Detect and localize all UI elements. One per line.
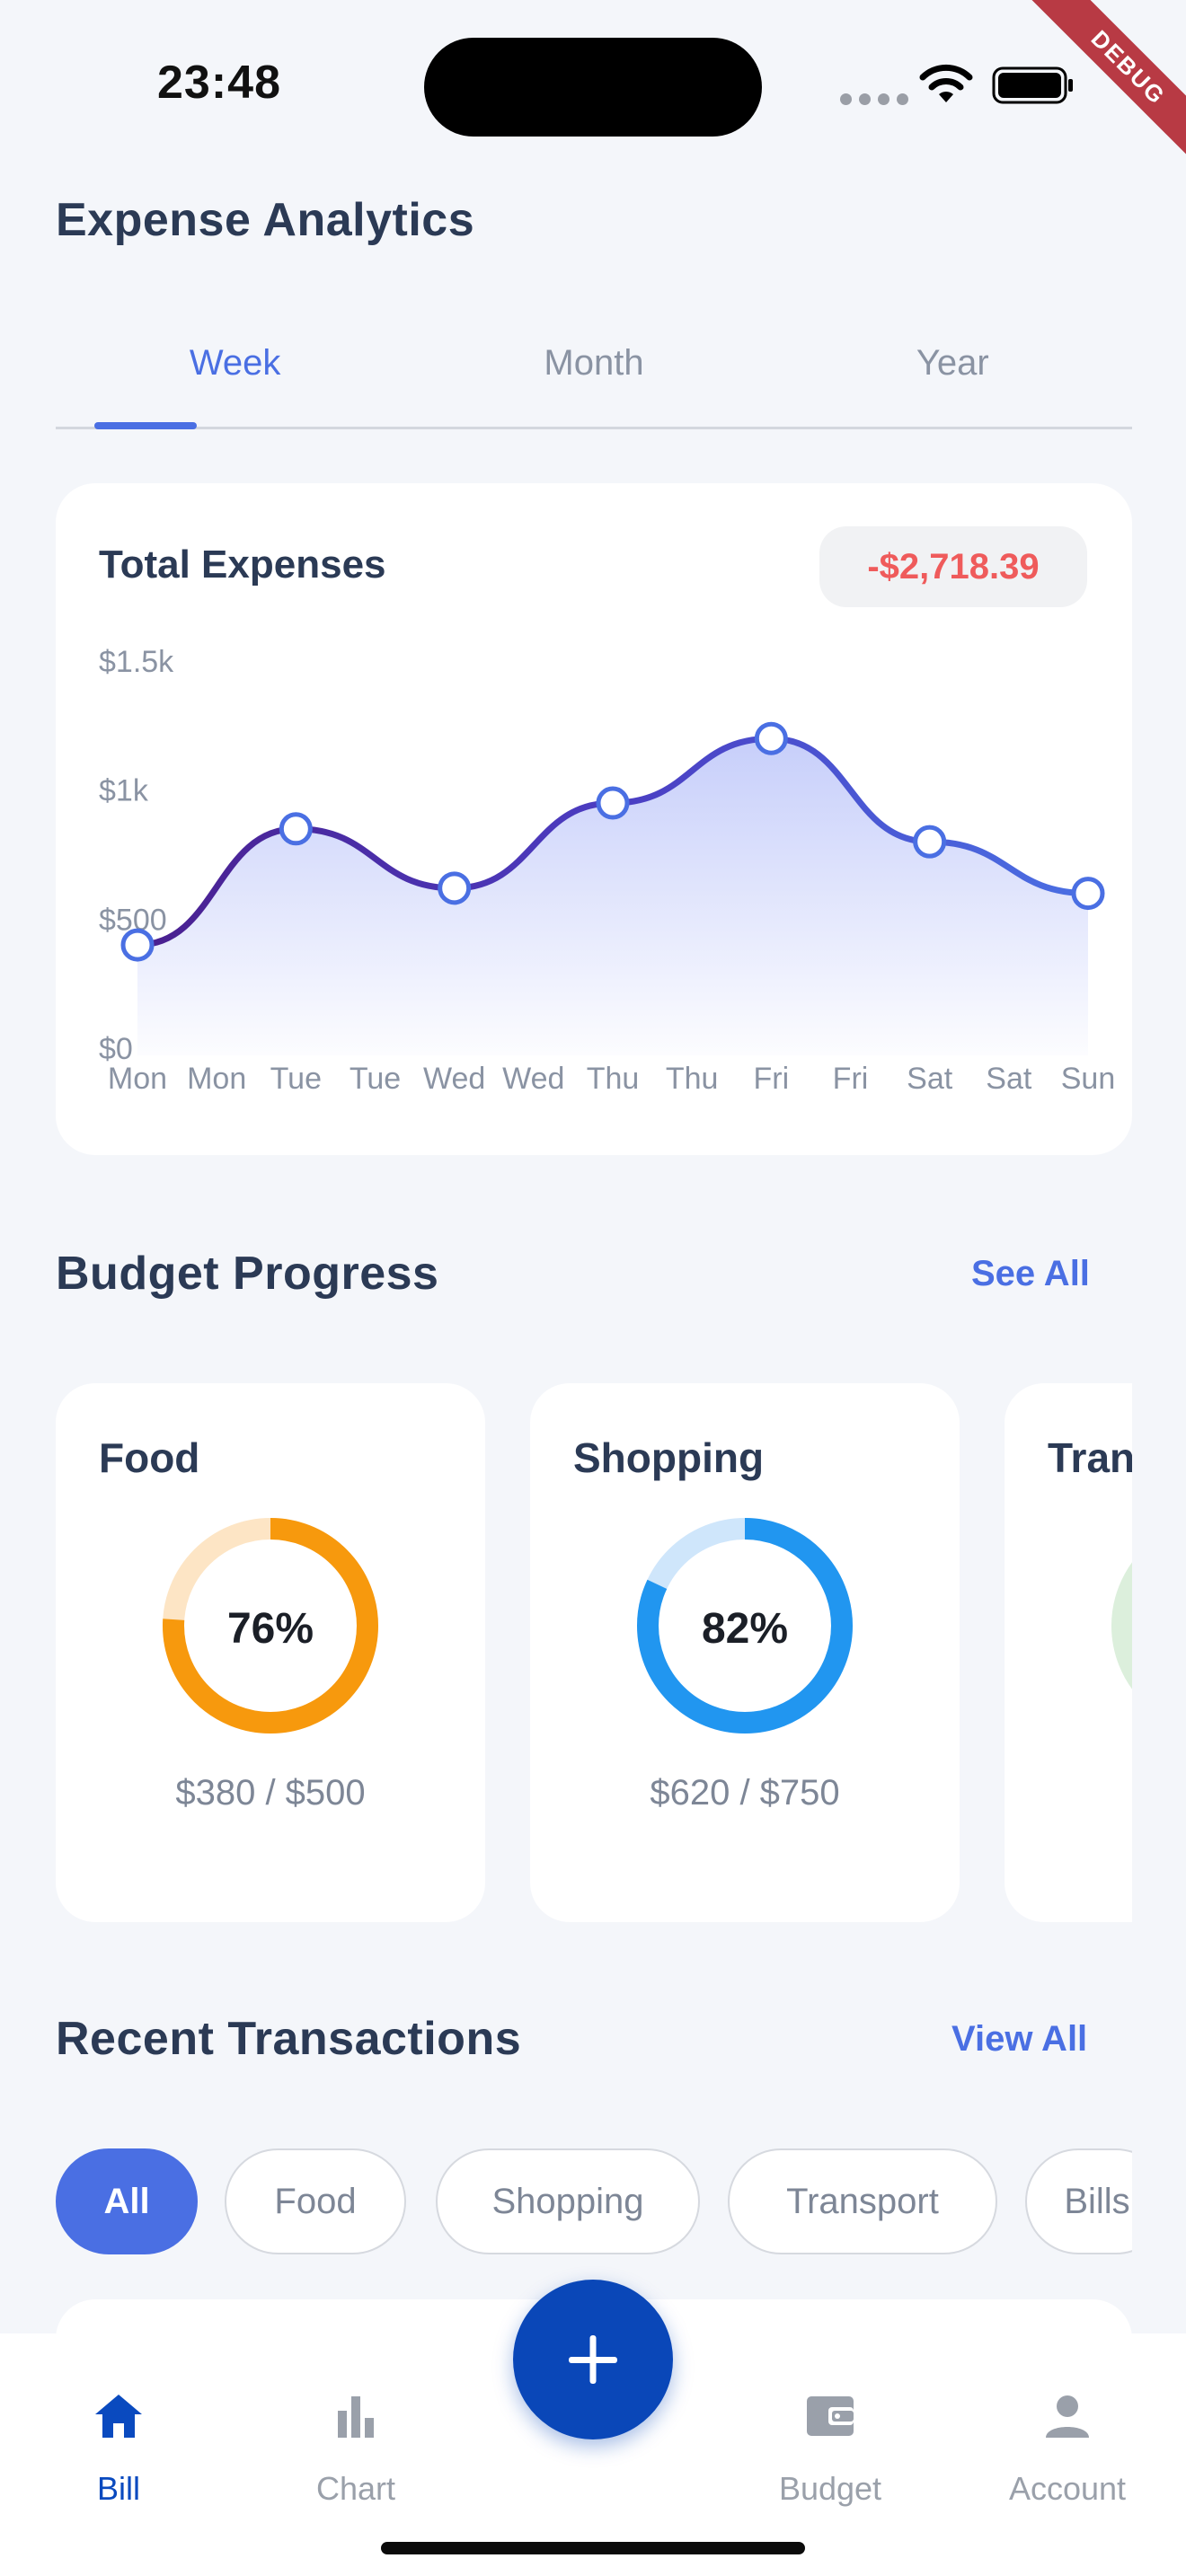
x-tick-label: Sat	[907, 1062, 953, 1096]
filter-chip-food[interactable]: Food	[225, 2148, 406, 2254]
wallet-icon	[807, 2396, 854, 2436]
home-indicator	[381, 2542, 805, 2554]
chart-data-point[interactable]	[596, 786, 630, 820]
x-tick-label: Fri	[754, 1062, 790, 1096]
budget-percent: 82%	[701, 1605, 789, 1653]
period-tabs: Week Month Year	[56, 323, 1132, 429]
nav-label: Account	[1008, 2470, 1127, 2507]
filter-chip-all[interactable]: All	[56, 2148, 198, 2254]
x-tick-label: Mon	[108, 1062, 167, 1096]
chart-area-fill	[137, 738, 1088, 1055]
y-tick-label: $1.5k	[99, 645, 174, 679]
chart-data-point[interactable]	[279, 812, 313, 846]
chart-data-point[interactable]	[913, 825, 947, 859]
budget-amount: $620 / $750	[650, 1773, 840, 1813]
tab-month[interactable]: Month	[414, 323, 773, 427]
budget-category-name: Transport	[1048, 1434, 1132, 1481]
x-tick-label: Mon	[187, 1062, 246, 1096]
wifi-icon	[919, 64, 973, 102]
bar-chart-icon	[338, 2396, 374, 2438]
x-tick-label: Thu	[587, 1062, 640, 1096]
budget-card-food[interactable]: Food 76% $380 / $500	[56, 1383, 485, 1922]
budget-section-title: Budget Progress	[56, 1248, 439, 1300]
x-tick-label: Sat	[986, 1062, 1032, 1096]
budget-amount: $	[999, 1773, 1132, 1813]
tab-year[interactable]: Year	[774, 323, 1132, 427]
filter-chip-shopping[interactable]: Shopping	[436, 2148, 700, 2254]
total-expenses-card: Total Expenses -$2,718.39 $0 $500 $1k $1.5k…	[56, 483, 1132, 1155]
x-tick-label: Fri	[833, 1062, 869, 1096]
see-all-link[interactable]: See All	[971, 1254, 1090, 1294]
plus-icon	[569, 2335, 617, 2384]
chart-data-point[interactable]	[1071, 877, 1105, 911]
page-title: Expense Analytics	[56, 194, 475, 246]
budget-progress-ring	[1111, 1518, 1132, 1734]
debug-banner: DEBUG	[1006, 0, 1186, 180]
view-all-link[interactable]: View All	[951, 2019, 1087, 2060]
ring-track	[1111, 1562, 1132, 1689]
transactions-section-title: Recent Transactions	[56, 2013, 522, 2065]
person-icon	[1046, 2395, 1089, 2438]
x-tick-label: Wed	[423, 1062, 485, 1096]
add-transaction-button[interactable]	[513, 2280, 673, 2439]
transaction-filter-chips: All Food Shopping Transport Bills	[56, 2148, 1132, 2256]
chart-data-point[interactable]	[120, 928, 155, 962]
filter-chip-bills[interactable]: Bills	[1025, 2148, 1132, 2254]
expense-line-chart: $0$500$1k$1.5k Mon Mon Tue Tue Wed Wed Thu Thu F…	[99, 645, 1116, 1096]
status-time: 23:48	[157, 57, 281, 109]
x-tick-label: Wed	[502, 1062, 564, 1096]
x-tick-label: Sun	[1061, 1062, 1116, 1096]
debug-label: DEBUG	[1018, 0, 1186, 178]
x-tick-label: Tue	[270, 1062, 322, 1096]
chart-data-point[interactable]	[754, 721, 788, 755]
home-icon	[95, 2395, 142, 2438]
chart-data-point[interactable]	[438, 871, 472, 905]
nav-label: Chart	[315, 2470, 396, 2507]
y-tick-label: $1k	[99, 774, 149, 808]
tab-week[interactable]: Week	[56, 323, 414, 429]
cellular-signal-icon	[840, 93, 908, 105]
budget-carousel[interactable]: Food 76% $380 / $500 Shopping 82% $620 /…	[56, 1383, 1132, 1922]
dynamic-island	[424, 38, 762, 137]
x-tick-label: Thu	[666, 1062, 719, 1096]
budget-percent: 76%	[226, 1605, 314, 1653]
budget-category-name: Shopping	[573, 1434, 765, 1481]
budget-card-transport[interactable]: Transport $	[1005, 1383, 1132, 1922]
x-tick-label: Tue	[350, 1062, 401, 1096]
nav-label: Bill	[96, 2470, 140, 2507]
budget-category-name: Food	[99, 1434, 200, 1481]
nav-label: Budget	[778, 2470, 882, 2507]
filter-chip-transport[interactable]: Transport	[728, 2148, 997, 2254]
budget-amount: $380 / $500	[175, 1773, 366, 1813]
budget-card-shopping[interactable]: Shopping 82% $620 / $750	[530, 1383, 960, 1922]
